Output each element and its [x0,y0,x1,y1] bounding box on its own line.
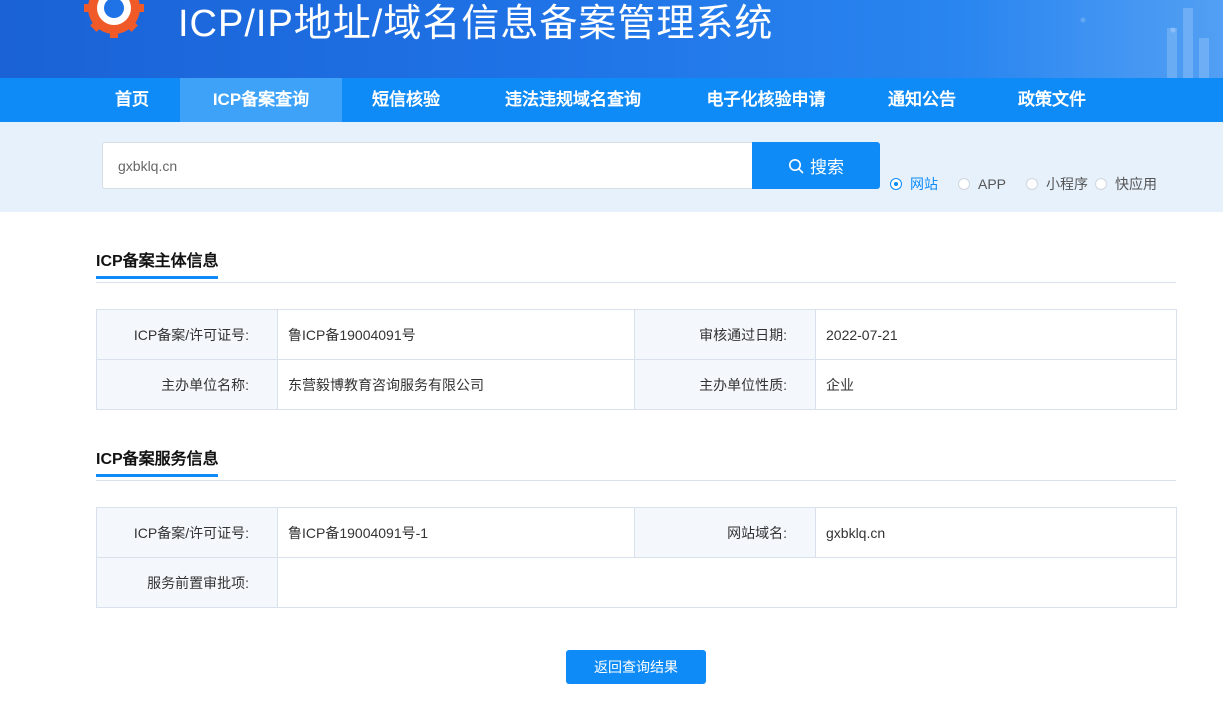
page-title: ICP/IP地址/域名信息备案管理系统 [178,3,774,45]
field-value: 鲁ICP备19004091号 [277,309,635,360]
table-row: ICP备案/许可证号: 鲁ICP备19004091号-1 网站域名: gxbkl… [96,507,1177,558]
radio-dot-icon [958,178,970,190]
back-to-results-button[interactable]: 返回查询结果 [566,650,706,684]
nav-item-icp-query[interactable]: ICP备案查询 [180,78,342,122]
search-button[interactable]: 搜索 [752,142,880,189]
field-label: ICP备案/许可证号: [96,507,278,558]
field-label: ICP备案/许可证号: [96,309,278,360]
field-value [277,557,1177,608]
section-title-underline [96,474,218,477]
table-row: 主办单位名称: 东营毅博教育咨询服务有限公司 主办单位性质: 企业 [96,359,1177,410]
field-label: 主办单位性质: [634,359,816,410]
search-input[interactable] [102,142,752,189]
divider [96,480,1176,481]
field-label: 网站域名: [634,507,816,558]
radio-label: 小程序 [1046,176,1088,192]
search-icon [789,158,804,173]
search-button-label: 搜索 [810,158,844,177]
subject-info-table: ICP备案/许可证号: 鲁ICP备19004091号 审核通过日期: 2022-… [96,309,1177,410]
field-value: 东营毅博教育咨询服务有限公司 [277,359,635,410]
radio-label: 快应用 [1115,176,1157,192]
nav-item-e-verify-apply[interactable]: 电子化核验申请 [676,78,856,122]
field-value: 2022-07-21 [815,309,1177,360]
service-info-table: ICP备案/许可证号: 鲁ICP备19004091号-1 网站域名: gxbkl… [96,507,1177,608]
radio-app[interactable]: APP [958,174,1006,194]
section-title-underline [96,276,218,279]
radio-label: APP [978,176,1007,192]
field-value: 企业 [815,359,1177,410]
nav-item-policies[interactable]: 政策文件 [988,78,1116,122]
divider [96,282,1176,283]
search-bar: 搜索 网站 APP 小程序 快应用 [0,122,1223,212]
radio-dot-icon [1026,178,1038,190]
radio-dot-icon [1095,178,1107,190]
field-label: 主办单位名称: [96,359,278,410]
section-title-service: ICP备案服务信息 [96,445,219,477]
banner-decoration [963,0,1223,78]
field-label: 审核通过日期: [634,309,816,360]
logo-gear-icon [84,0,144,38]
field-label: 服务前置审批项: [96,557,278,608]
nav-item-home[interactable]: 首页 [84,78,180,122]
field-value: 鲁ICP备19004091号-1 [277,507,635,558]
radio-label: 网站 [910,176,938,192]
header-banner: ICP/IP地址/域名信息备案管理系统 [0,0,1223,78]
nav-item-notices[interactable]: 通知公告 [856,78,988,122]
field-value: gxbklq.cn [815,507,1177,558]
nav-item-illegal-domain-query[interactable]: 违法违规域名查询 [470,78,676,122]
main-nav: 首页 ICP备案查询 短信核验 违法违规域名查询 电子化核验申请 通知公告 政策… [0,78,1223,122]
table-row: 服务前置审批项: [96,557,1177,608]
table-row: ICP备案/许可证号: 鲁ICP备19004091号 审核通过日期: 2022-… [96,309,1177,360]
nav-item-sms-verify[interactable]: 短信核验 [342,78,470,122]
section-title-text: ICP备案服务信息 [96,451,219,468]
radio-mini-program[interactable]: 小程序 [1026,174,1088,194]
radio-dot-icon [890,178,902,190]
section-title-text: ICP备案主体信息 [96,253,219,270]
radio-quick-app[interactable]: 快应用 [1095,174,1157,194]
radio-website[interactable]: 网站 [890,174,938,194]
section-title-subject: ICP备案主体信息 [96,247,219,279]
